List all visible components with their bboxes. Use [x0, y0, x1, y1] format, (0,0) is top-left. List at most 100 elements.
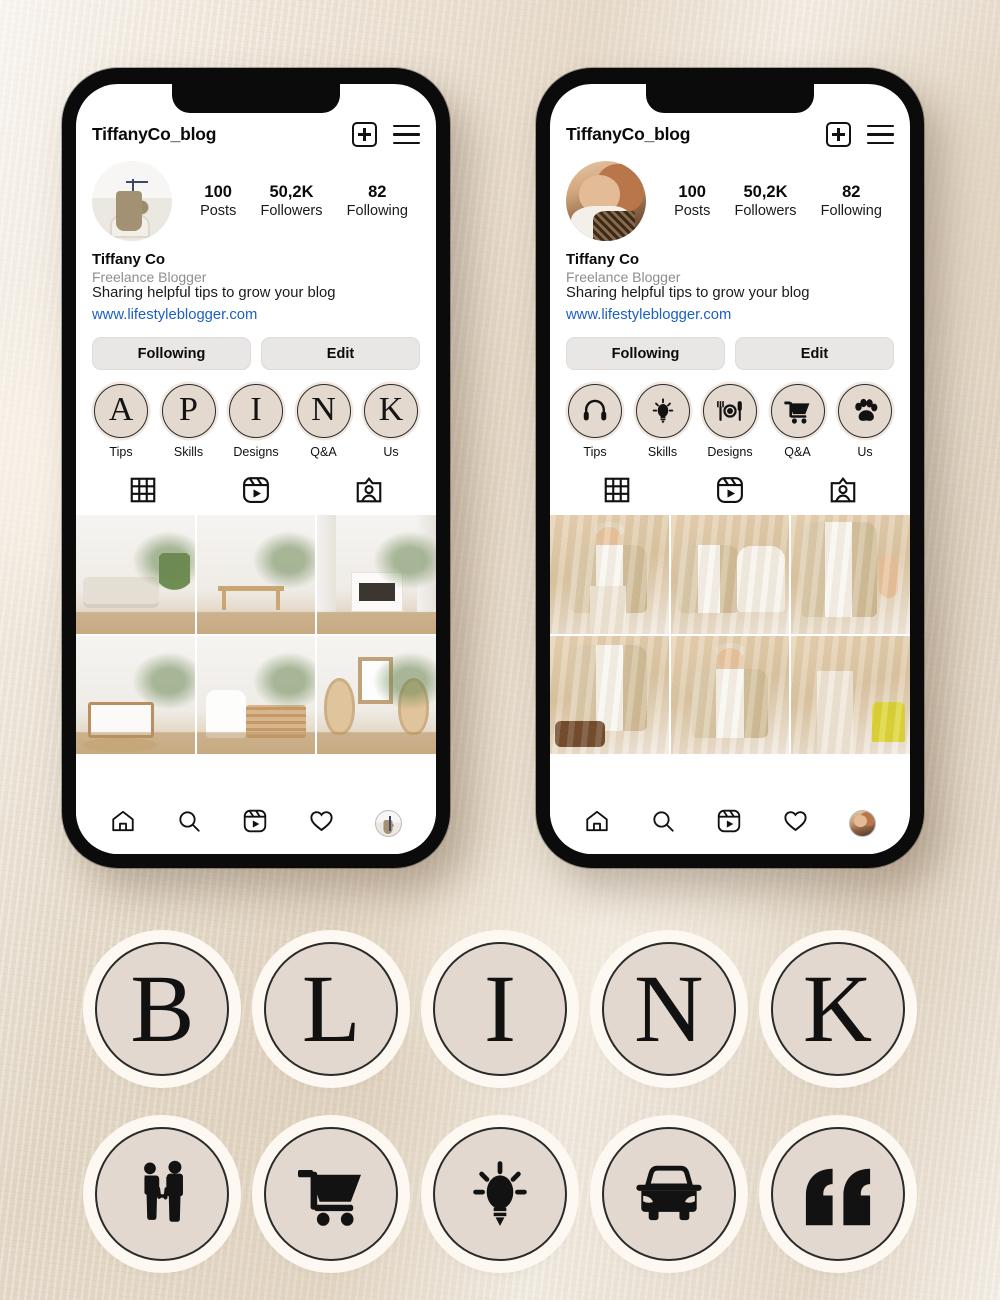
stat-value: 82 [842, 183, 861, 201]
stat-followers[interactable]: 50,2K Followers [260, 183, 322, 219]
bio-description: Sharing helpful tips to grow your blog [566, 285, 810, 301]
profile-avatar[interactable] [566, 161, 646, 241]
story-highlights: Tips Skills Designs Q&A Us [550, 370, 910, 459]
highlight-skills[interactable]: P Skills [158, 384, 220, 459]
grid-photo[interactable] [196, 635, 316, 755]
tab-reels[interactable] [715, 475, 745, 505]
sticker-letter-i[interactable]: I [432, 941, 567, 1076]
nav-profile-avatar-icon[interactable] [849, 809, 876, 837]
sticker-letter-n[interactable]: N [601, 941, 736, 1076]
grid-photo[interactable] [791, 635, 910, 755]
grid-photo[interactable] [76, 515, 195, 634]
stat-following[interactable]: 82 Following [821, 183, 882, 219]
grid-photo[interactable] [76, 635, 195, 755]
stat-label: Followers [260, 203, 323, 219]
plus-box-icon[interactable] [352, 122, 377, 147]
sticker-letter-b[interactable]: B [95, 941, 230, 1076]
hamburger-menu-icon[interactable] [393, 124, 420, 145]
grid-photo[interactable] [550, 515, 669, 634]
quotation-marks-icon [799, 1159, 877, 1229]
nav-reels-icon[interactable] [242, 808, 268, 839]
stat-value: 50,2K [743, 183, 788, 201]
grid-photo[interactable] [317, 635, 436, 755]
sticker-car[interactable] [601, 1126, 736, 1261]
profile-stats: 100 Posts 50,2K Followers 82 Following [182, 183, 420, 219]
stat-followers[interactable]: 50,2K Followers [734, 183, 796, 219]
tab-reels[interactable] [241, 475, 271, 505]
tab-grid[interactable] [128, 475, 158, 505]
sticker-couple[interactable] [95, 1126, 230, 1261]
following-button[interactable]: Following [92, 337, 251, 370]
highlight-designs[interactable]: I Designs [225, 384, 287, 459]
highlight-designs[interactable]: Designs [699, 384, 761, 459]
bio-display-name: Tiffany Co [92, 251, 166, 268]
paw-print-icon [850, 396, 881, 426]
nav-heart-icon[interactable] [782, 807, 809, 839]
highlight-tips[interactable]: Tips [564, 384, 626, 459]
plus-box-icon[interactable] [826, 122, 851, 147]
nav-search-icon[interactable] [176, 808, 202, 839]
highlight-tips[interactable]: A Tips [90, 384, 152, 459]
sticker-lightbulb[interactable] [432, 1126, 567, 1261]
highlight-letter-a: A [108, 391, 134, 428]
sticker-letter-l[interactable]: L [264, 941, 399, 1076]
stat-posts[interactable]: 100 Posts [200, 183, 236, 219]
profile-avatar[interactable] [92, 161, 172, 241]
instagram-screen: TiffanyCo_blog 100 Posts 50,2K Followers [76, 84, 436, 854]
phone-notch [646, 84, 814, 113]
edit-button[interactable]: Edit [261, 337, 420, 370]
highlight-us[interactable]: K Us [360, 384, 422, 459]
stat-label: Posts [200, 203, 237, 219]
stat-value: 82 [368, 183, 387, 201]
nav-profile-avatar-icon[interactable] [375, 809, 402, 837]
header-icons [826, 122, 894, 147]
edit-button[interactable]: Edit [735, 337, 894, 370]
plate-cutlery-icon [714, 396, 746, 426]
following-button[interactable]: Following [566, 337, 725, 370]
bio-link[interactable]: www.lifestyleblogger.com [566, 307, 894, 323]
bottom-navigation [550, 792, 910, 854]
highlight-us[interactable]: Us [834, 384, 896, 459]
profile-tab-bar [550, 459, 910, 515]
phone-mockup-right: TiffanyCo_blog 100 Posts 50,2K Followers [536, 68, 924, 868]
headphones-icon [580, 396, 610, 426]
highlight-label: Q&A [784, 445, 811, 459]
highlight-label: Designs [707, 445, 753, 459]
highlight-label: Us [857, 445, 873, 459]
photo-grid [550, 515, 910, 755]
nav-home-icon[interactable] [110, 808, 136, 839]
highlight-qa[interactable]: N Q&A [293, 384, 355, 459]
profile-action-buttons: Following Edit [76, 323, 436, 370]
grid-photo[interactable] [670, 635, 790, 755]
stat-following[interactable]: 82 Following [347, 183, 408, 219]
tab-grid[interactable] [602, 475, 632, 505]
highlight-qa[interactable]: Q&A [767, 384, 829, 459]
hamburger-menu-icon[interactable] [867, 124, 894, 145]
nav-heart-icon[interactable] [308, 807, 335, 839]
highlight-letter-i: I [250, 391, 262, 428]
grid-photo[interactable] [550, 635, 669, 755]
stat-posts[interactable]: 100 Posts [674, 183, 710, 219]
bio-display-name: Tiffany Co [566, 251, 640, 268]
highlight-label: Us [383, 445, 399, 459]
sticker-letter-k[interactable]: K [770, 941, 905, 1076]
grid-photo[interactable] [317, 515, 436, 634]
tab-tagged[interactable] [828, 475, 858, 505]
sticker-quote[interactable] [770, 1126, 905, 1261]
grid-photo[interactable] [196, 515, 316, 634]
grid-photo[interactable] [791, 515, 910, 634]
nav-reels-icon[interactable] [716, 808, 742, 839]
bio-link[interactable]: www.lifestyleblogger.com [92, 307, 420, 323]
highlight-label: Tips [109, 445, 133, 459]
profile-username: TiffanyCo_blog [566, 124, 691, 144]
stat-value: 100 [204, 183, 232, 201]
nav-search-icon[interactable] [650, 808, 676, 839]
highlight-skills[interactable]: Skills [632, 384, 694, 459]
highlight-label: Skills [173, 445, 204, 459]
tab-tagged[interactable] [354, 475, 384, 505]
nav-home-icon[interactable] [584, 808, 610, 839]
sticker-cart[interactable] [264, 1126, 399, 1261]
lightbulb-icon [648, 396, 678, 426]
lightbulb-icon [462, 1156, 538, 1232]
grid-photo[interactable] [670, 515, 790, 634]
